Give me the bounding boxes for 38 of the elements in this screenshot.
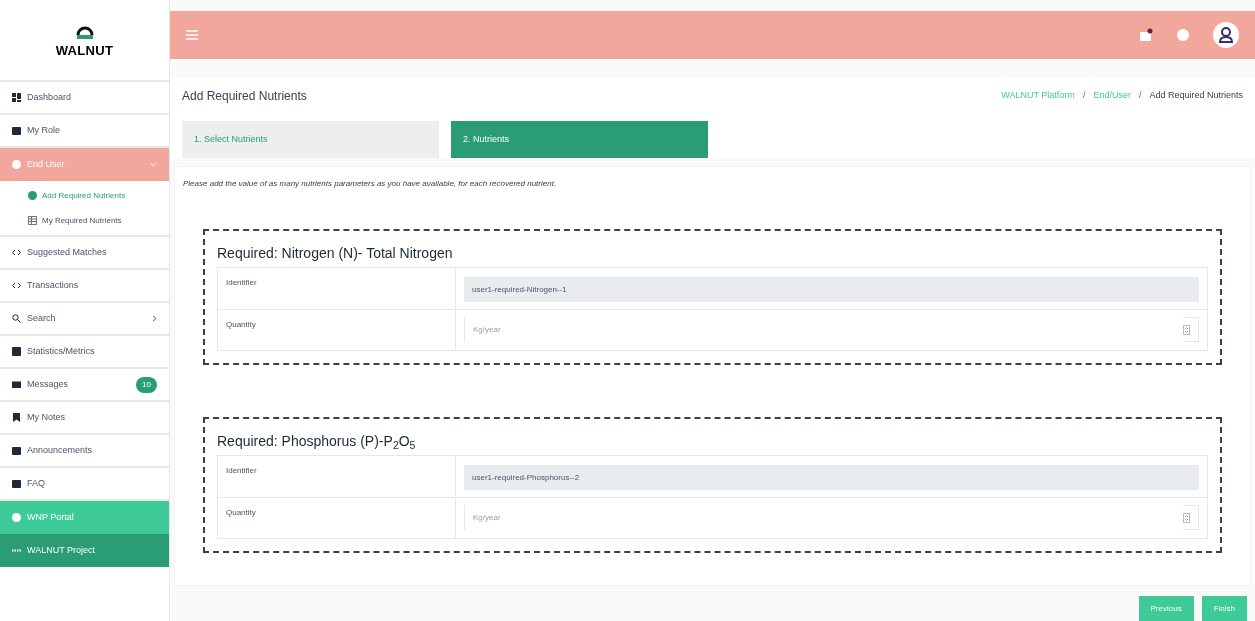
dashboard-icon — [12, 93, 21, 102]
spinner-icon[interactable] — [1183, 324, 1190, 335]
bookmark-icon — [12, 413, 21, 422]
card-icon — [12, 446, 21, 455]
sidebar-subitem[interactable]: My Required Nutrients — [0, 208, 169, 233]
table-icon — [28, 216, 37, 225]
instructions-text: Please add the value of as many nutrients parameters as you have available, for each recovered nutrient. — [182, 178, 558, 190]
mail-icon — [12, 380, 21, 389]
user-avatar-icon[interactable] — [1213, 22, 1239, 49]
spinner-icon[interactable] — [1183, 512, 1190, 523]
card-icon — [12, 126, 21, 135]
circle-icon — [12, 513, 21, 522]
arrows-icon — [12, 281, 21, 290]
identifier-field[interactable]: user1-required-Nitrogen--1 — [464, 277, 1199, 302]
field-label: Identifier — [218, 268, 456, 308]
identifier-field[interactable]: user1-required-Phosphorus--2 — [464, 465, 1199, 490]
circle-icon — [28, 191, 37, 200]
card-icon — [12, 479, 21, 488]
chart-icon — [12, 347, 21, 356]
field-label: Quantity — [218, 310, 456, 350]
sidebar-subitem[interactable]: Add Required Nutrients — [0, 183, 169, 208]
breadcrumb-current: Add Required Nutrients — [1149, 88, 1243, 102]
breadcrumb-separator: / — [1081, 88, 1087, 102]
section-title: Required: Phosphorus (P)-P$_{2}$O$_{5}$ — [217, 432, 417, 452]
breadcrumb-separator: / — [1137, 88, 1143, 102]
quantity-field[interactable]: Kg/year — [464, 317, 1199, 342]
mail-icon[interactable] — [1139, 28, 1153, 43]
quantity-field[interactable]: Kg/year — [464, 505, 1199, 530]
field-label: Quantity — [218, 498, 456, 538]
logo-text: WALNUT — [55, 42, 114, 61]
circle-icon — [12, 160, 21, 169]
arrows-icon — [12, 248, 21, 257]
menu-icon[interactable] — [186, 30, 198, 41]
section-title: Required: Nitrogen (N)- Total Nitrogen — [217, 244, 454, 263]
field-label: Identifier — [218, 456, 456, 496]
page-title: Add Required Nutrients — [182, 87, 307, 105]
count-badge: 10 — [136, 376, 157, 393]
search-icon — [12, 314, 21, 323]
